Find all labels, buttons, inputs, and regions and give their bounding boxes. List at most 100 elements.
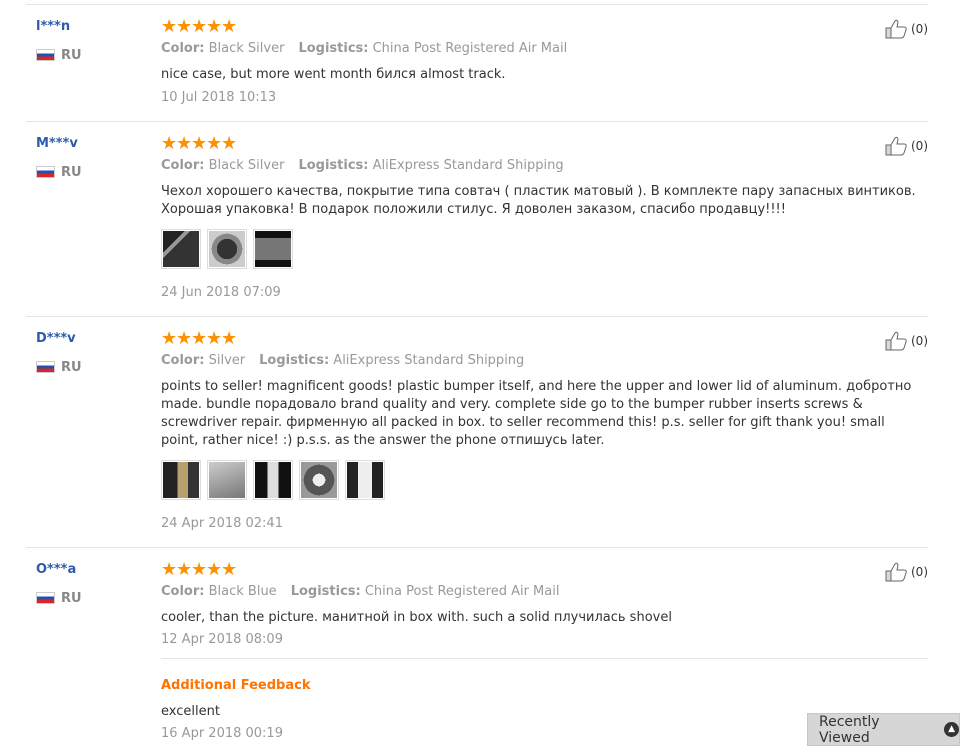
logistics-value: AliExpress Standard Shipping	[333, 353, 525, 368]
review-photos	[161, 460, 921, 500]
helpful-count: (0)	[911, 334, 928, 348]
reviewer-info: O***a RU	[36, 562, 146, 606]
star-icon: ★	[191, 559, 208, 580]
order-info: Color: Black Blue Logistics: China Post R…	[161, 584, 921, 600]
color-value: Black Silver	[208, 158, 285, 173]
review-divider	[26, 121, 928, 122]
rating-stars: ★ ★ ★ ★ ★	[161, 16, 921, 37]
reviewer-country: RU	[36, 164, 146, 180]
review-item: M***v RU ★ ★ ★ ★ ★ Color: Black Silver Logist…	[26, 133, 928, 317]
review-item: l***n RU ★ ★ ★ ★ ★ Color: Black Silver Logist…	[26, 16, 928, 122]
review-date: 24 Apr 2018 02:41	[161, 516, 283, 531]
country-code: RU	[61, 359, 82, 375]
review-divider	[26, 547, 928, 548]
review-body: ★ ★ ★ ★ ★ Color: Silver Logistics: AliExpress…	[161, 328, 921, 532]
star-icon: ★	[221, 16, 238, 37]
helpful-button[interactable]: (0)	[885, 562, 928, 582]
rating-stars: ★ ★ ★ ★ ★	[161, 328, 921, 349]
helpful-count: (0)	[911, 565, 928, 579]
color-value: Black Silver	[208, 41, 285, 56]
color-label: Color:	[161, 158, 205, 173]
review-date: 12 Apr 2018 08:09	[161, 632, 283, 647]
country-code: RU	[61, 590, 82, 606]
star-icon: ★	[191, 328, 208, 349]
star-icon: ★	[176, 133, 193, 154]
reviewer-name: M***v	[36, 136, 78, 151]
review-photo[interactable]	[207, 229, 247, 269]
star-icon: ★	[221, 328, 238, 349]
reviewer-name: D***v	[36, 331, 76, 346]
additional-feedback-divider	[161, 658, 928, 659]
review-photo[interactable]	[253, 229, 293, 269]
reviewer-info: D***v RU	[36, 331, 146, 375]
logistics-label: Logistics:	[298, 158, 369, 173]
chevron-up-icon: ▲	[944, 722, 959, 737]
review-item: O***a RU ★ ★ ★ ★ ★ Color: Black Blue Logistic…	[26, 559, 928, 746]
review-text: nice case, but more went month бился alm…	[161, 67, 506, 82]
logistics-label: Logistics:	[259, 353, 330, 368]
star-icon: ★	[206, 559, 223, 580]
thumbs-up-icon	[885, 562, 907, 582]
russia-flag-icon	[36, 166, 55, 178]
recently-viewed-label: Recently Viewed	[819, 713, 880, 746]
additional-feedback-label: Additional Feedback	[161, 678, 311, 693]
review-text: Чехол хорошего качества, покрытие типа с…	[161, 184, 916, 217]
order-info: Color: Black Silver Logistics: AliExpress…	[161, 158, 921, 174]
helpful-count: (0)	[911, 22, 928, 36]
review-photos	[161, 229, 921, 269]
recently-viewed-button[interactable]: Recently Viewed ▲	[807, 713, 960, 746]
reviewer-country: RU	[36, 590, 146, 606]
review-item: D***v RU ★ ★ ★ ★ ★ Color: Silver Logistics: A…	[26, 328, 928, 548]
review-body: ★ ★ ★ ★ ★ Color: Black Silver Logistics: Chin…	[161, 16, 921, 106]
star-icon: ★	[176, 16, 193, 37]
review-photo[interactable]	[161, 229, 201, 269]
review-photo[interactable]	[299, 460, 339, 500]
order-info: Color: Silver Logistics: AliExpress Stand…	[161, 353, 921, 369]
review-text: cooler, than the picture. манитной in bo…	[161, 610, 672, 625]
russia-flag-icon	[36, 592, 55, 604]
review-photo[interactable]	[253, 460, 293, 500]
review-photo[interactable]	[207, 460, 247, 500]
color-label: Color:	[161, 584, 205, 599]
thumbs-up-icon	[885, 331, 907, 351]
order-info: Color: Black Silver Logistics: China Post…	[161, 41, 921, 57]
reviewer-info: M***v RU	[36, 136, 146, 180]
color-value: Black Blue	[208, 584, 277, 599]
color-value: Silver	[208, 353, 246, 368]
reviewer-info: l***n RU	[36, 19, 146, 63]
logistics-label: Logistics:	[298, 41, 369, 56]
star-icon: ★	[161, 328, 178, 349]
star-icon: ★	[221, 133, 238, 154]
helpful-button[interactable]: (0)	[885, 331, 928, 351]
reviewer-name: O***a	[36, 562, 77, 577]
star-icon: ★	[206, 16, 223, 37]
helpful-button[interactable]: (0)	[885, 136, 928, 156]
logistics-value: China Post Registered Air Mail	[364, 584, 560, 599]
russia-flag-icon	[36, 361, 55, 373]
logistics-label: Logistics:	[290, 584, 361, 599]
top-divider	[26, 4, 928, 5]
country-code: RU	[61, 164, 82, 180]
review-date: 10 Jul 2018 10:13	[161, 90, 277, 105]
rating-stars: ★ ★ ★ ★ ★	[161, 133, 921, 154]
review-photo[interactable]	[161, 460, 201, 500]
star-icon: ★	[176, 328, 193, 349]
thumbs-up-icon	[885, 136, 907, 156]
star-icon: ★	[206, 328, 223, 349]
review-photo[interactable]	[345, 460, 385, 500]
star-icon: ★	[161, 133, 178, 154]
star-icon: ★	[161, 16, 178, 37]
star-icon: ★	[191, 16, 208, 37]
reviewer-country: RU	[36, 359, 146, 375]
color-label: Color:	[161, 41, 205, 56]
helpful-count: (0)	[911, 139, 928, 153]
rating-stars: ★ ★ ★ ★ ★	[161, 559, 921, 580]
country-code: RU	[61, 47, 82, 63]
reviewer-country: RU	[36, 47, 146, 63]
helpful-button[interactable]: (0)	[885, 19, 928, 39]
review-text: points to seller! magnificent goods! pla…	[161, 379, 912, 448]
star-icon: ★	[191, 133, 208, 154]
reviewer-name: l***n	[36, 19, 71, 34]
star-icon: ★	[206, 133, 223, 154]
logistics-value: AliExpress Standard Shipping	[372, 158, 564, 173]
